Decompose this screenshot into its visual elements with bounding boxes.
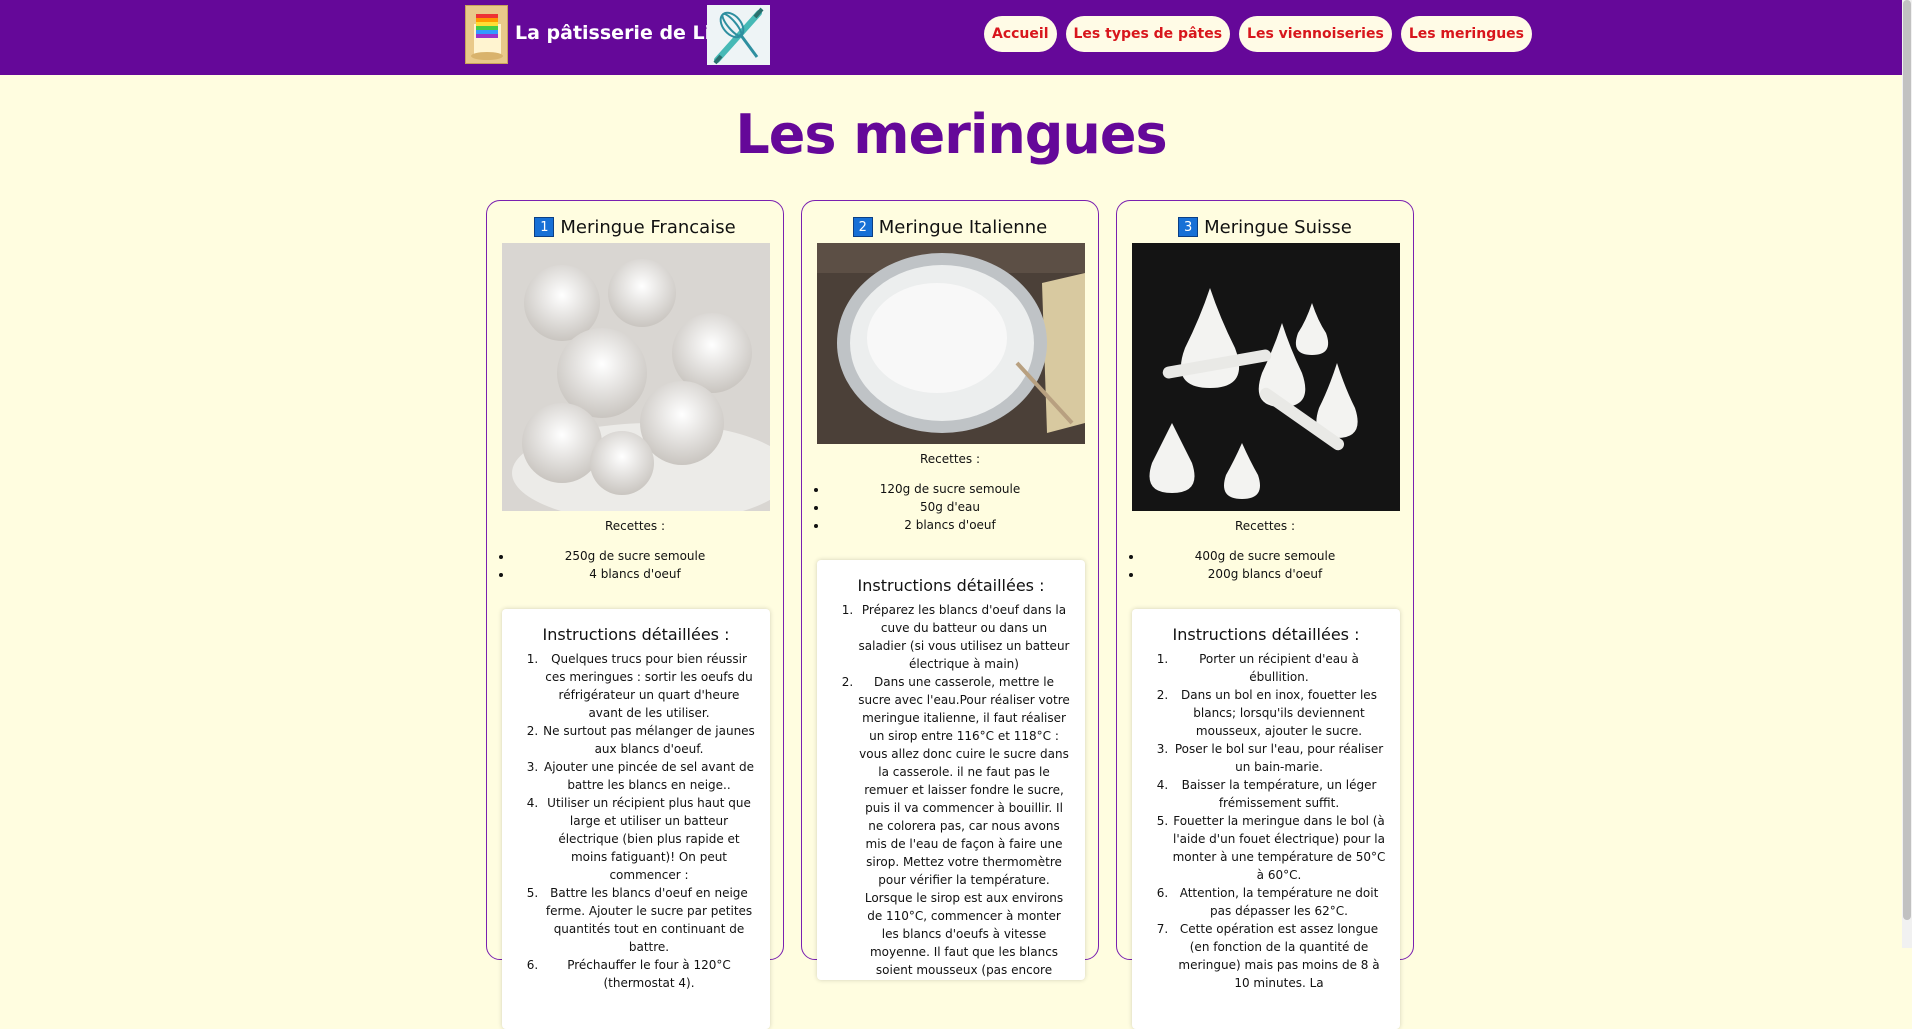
page-title: Les meringues xyxy=(735,103,1167,166)
whisk-rolling-pin-icon xyxy=(707,5,770,65)
site-header: La pâtisserie de Lionel Accueil Les type… xyxy=(0,0,1902,75)
instruction-step: Baisser la température, un léger frémiss… xyxy=(1172,776,1386,812)
instruction-step: Ajouter une pincée de sel avant de battr… xyxy=(542,758,756,794)
card-title-text: Meringue Suisse xyxy=(1204,217,1352,238)
ingredients-list: 400g de sucre semoule 200g blancs d'oeuf xyxy=(1117,547,1413,583)
instruction-step: Attention, la température ne doit pas dé… xyxy=(1172,884,1386,920)
nav-types-de-pates[interactable]: Les types de pâtes xyxy=(1065,16,1231,52)
card-title-text: Meringue Francaise xyxy=(560,217,736,238)
number-badge: 2 xyxy=(852,217,873,237)
ingredient-item: 120g de sucre semoule xyxy=(828,480,1098,498)
recipe-card-francaise: 1Meringue Francaise Recettes : 250g de s… xyxy=(486,200,784,1029)
instruction-step: Cette opération est assez longue (en fon… xyxy=(1172,920,1386,992)
instruction-step: Quelques trucs pour bien réussir ces mer… xyxy=(542,650,756,722)
instructions-list: Préparez les blancs d'oeuf dans la cuve … xyxy=(817,601,1085,980)
ingredient-item: 400g de sucre semoule xyxy=(1143,547,1413,565)
instruction-step: Battre les blancs d'oeuf en neige ferme.… xyxy=(542,884,756,956)
instructions-list: Quelques trucs pour bien réussir ces mer… xyxy=(502,650,770,992)
ingredient-item: 200g blancs d'oeuf xyxy=(1143,565,1413,583)
instruction-step: Préchauffer le four à 120°C (thermostat … xyxy=(542,956,756,992)
meringue-francaise-photo xyxy=(502,243,770,511)
card-title: 1 Meringue Francaise xyxy=(487,217,783,238)
instruction-step: Utiliser un récipient plus haut que larg… xyxy=(542,794,756,884)
instruction-step: Préparez les blancs d'oeuf dans la cuve … xyxy=(857,601,1071,673)
instructions-box: Instructions détaillées : Préparez les b… xyxy=(817,560,1085,980)
instructions-title: Instructions détaillées : xyxy=(857,576,1045,595)
nav-viennoiseries[interactable]: Les viennoiseries xyxy=(1239,16,1392,52)
recettes-label: Recettes : xyxy=(1234,519,1296,533)
nav-meringues[interactable]: Les meringues xyxy=(1400,16,1533,52)
card-title: 3 Meringue Suisse xyxy=(1117,217,1413,238)
number-badge: 1 xyxy=(534,217,555,237)
number-badge: 3 xyxy=(1178,217,1199,237)
instruction-step: Dans une casserole, mettre le sucre avec… xyxy=(857,673,1071,980)
ingredient-item: 250g de sucre semoule xyxy=(513,547,783,565)
instructions-title: Instructions détaillées : xyxy=(542,625,730,644)
instruction-step: Fouetter la meringue dans le bol (à l'ai… xyxy=(1172,812,1386,884)
ingredient-item: 50g d'eau xyxy=(828,498,1098,516)
card-title-text: Meringue Italienne xyxy=(878,217,1048,238)
recettes-label: Recettes : xyxy=(919,452,981,466)
recettes-label: Recettes : xyxy=(604,519,666,533)
meringue-italienne-photo xyxy=(817,243,1085,444)
recipe-card-italienne: 2Meringue Italienne Recettes : 120g de s… xyxy=(801,200,1099,980)
nav-accueil[interactable]: Accueil xyxy=(984,16,1057,52)
instruction-step: Ne surtout pas mélanger de jaunes aux bl… xyxy=(542,722,756,758)
ingredient-item: 2 blancs d'oeuf xyxy=(828,516,1098,534)
instructions-box: Instructions détaillées : Porter un réci… xyxy=(1132,609,1400,1029)
instructions-title: Instructions détaillées : xyxy=(1172,625,1360,644)
ingredients-list: 250g de sucre semoule 4 blancs d'oeuf xyxy=(487,547,783,583)
main-nav: Accueil Les types de pâtes Les viennoise… xyxy=(984,16,1533,52)
recipe-card-suisse: 3Meringue Suisse Recettes : 400g de sucr… xyxy=(1116,200,1414,1029)
instruction-step: Porter un récipient d'eau à ébullition. xyxy=(1172,650,1386,686)
instruction-step: Poser le bol sur l'eau, pour réaliser un… xyxy=(1172,740,1386,776)
meringue-suisse-photo xyxy=(1132,243,1400,511)
ingredients-list: 120g de sucre semoule 50g d'eau 2 blancs… xyxy=(802,480,1098,534)
rainbow-cake-icon[interactable] xyxy=(465,5,508,64)
instructions-list: Porter un récipient d'eau à ébullition. … xyxy=(1132,650,1400,992)
ingredient-item: 4 blancs d'oeuf xyxy=(513,565,783,583)
instructions-box: Instructions détaillées : Quelques trucs… xyxy=(502,609,770,1029)
card-title: 2 Meringue Italienne xyxy=(802,217,1098,238)
scrollbar-thumb[interactable] xyxy=(1903,0,1911,920)
instruction-step: Dans un bol en inox, fouetter les blancs… xyxy=(1172,686,1386,740)
page-scrollbar[interactable] xyxy=(1902,0,1912,948)
